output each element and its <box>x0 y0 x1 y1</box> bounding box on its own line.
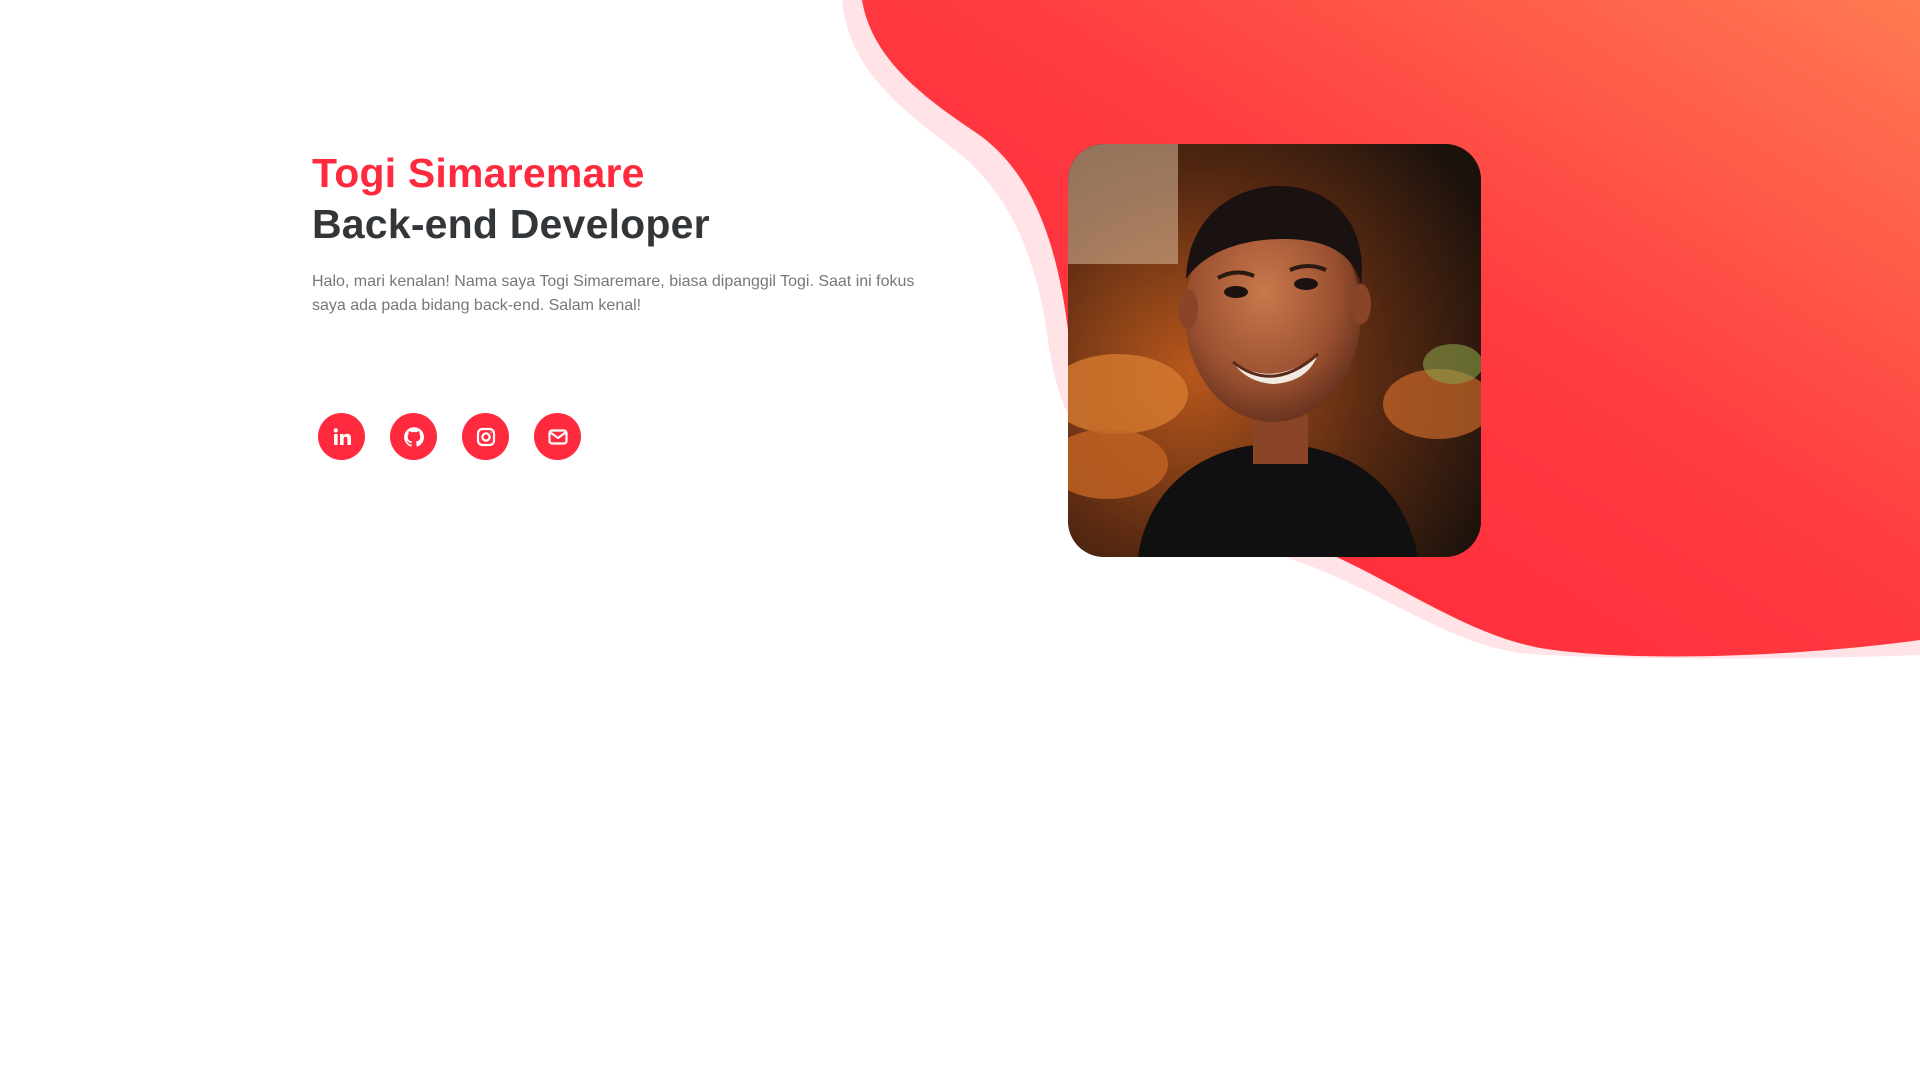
profile-photo <box>1068 144 1481 557</box>
mail-icon <box>547 428 568 445</box>
linkedin-button[interactable] <box>318 413 365 460</box>
email-button[interactable] <box>534 413 581 460</box>
github-button[interactable] <box>390 413 437 460</box>
profile-photo-illustration <box>1068 144 1481 557</box>
linkedin-icon <box>333 427 351 445</box>
github-icon <box>403 426 424 447</box>
hero-text: Togi Simaremare Back-end Developer Halo,… <box>312 148 952 318</box>
social-links <box>318 413 581 460</box>
instagram-icon <box>476 427 495 446</box>
hero-name: Togi Simaremare <box>312 150 645 196</box>
hero-page: Togi Simaremare Back-end Developer Halo,… <box>0 0 1920 1080</box>
hero-bio: Halo, mari kenalan! Nama saya Togi Simar… <box>312 273 915 314</box>
hero-role: Back-end Developer <box>312 201 710 247</box>
instagram-button[interactable] <box>462 413 509 460</box>
background-blob <box>842 0 1920 659</box>
